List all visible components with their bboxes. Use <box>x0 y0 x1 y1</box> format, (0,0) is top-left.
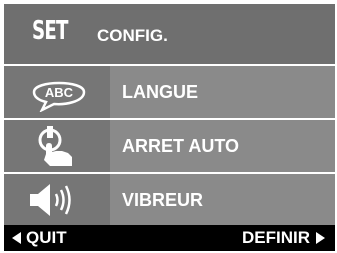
menu-item-label: ARRET AUTO <box>122 136 239 156</box>
menu-item-label: VIBREUR <box>122 190 204 210</box>
definir-label: DEFINIR <box>242 228 310 247</box>
menu-item-langue[interactable]: ABC LANGUE <box>4 66 335 120</box>
speech-bubble-abc-icon: ABC <box>32 81 86 112</box>
camera-menu-screen: SET CONFIG. ABC LANGUE ARRET AUTO VIBREU… <box>4 4 335 251</box>
quit-label: QUIT <box>26 228 67 247</box>
speaker-vibration-icon <box>30 184 71 216</box>
menu-item-icon-box <box>4 174 110 225</box>
definir-button[interactable]: DEFINIR <box>242 228 325 248</box>
menu-item-vibreur[interactable]: VIBREUR <box>4 174 335 225</box>
menu-item-icon-box <box>4 120 110 172</box>
page-title: CONFIG. <box>97 26 168 45</box>
menu-item-arret-auto[interactable]: ARRET AUTO <box>4 120 335 174</box>
menu-header: SET CONFIG. <box>4 4 335 66</box>
set-label: SET <box>32 16 68 46</box>
hand-power-icon <box>38 126 72 166</box>
right-arrow-icon <box>316 232 325 244</box>
abc-text: ABC <box>45 85 74 100</box>
menu-item-icon-box: ABC <box>4 66 110 118</box>
quit-button[interactable]: QUIT <box>12 228 67 248</box>
left-arrow-icon <box>12 232 21 244</box>
soft-key-bar: QUIT DEFINIR <box>4 225 335 251</box>
menu-item-label: LANGUE <box>122 82 198 102</box>
